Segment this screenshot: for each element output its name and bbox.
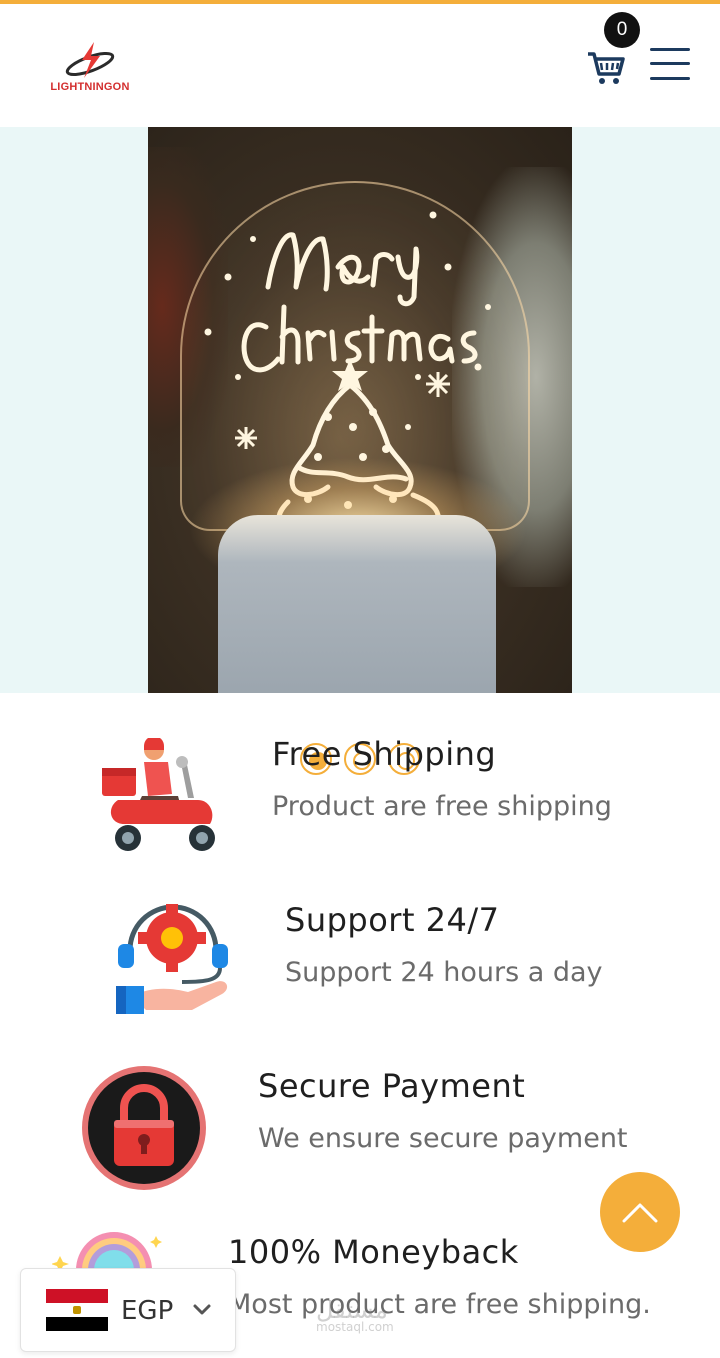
egypt-flag-icon [46,1289,108,1331]
logo-text: LIGHTNINGON [50,81,130,93]
support-gear-headset-icon [112,900,234,1022]
chevron-down-icon [193,1304,211,1315]
site-header: LIGHTNINGON 0 [0,4,720,127]
slide-image[interactable] [148,127,572,693]
feature-title: Support 24/7 [285,901,500,939]
currency-selector[interactable]: EGP [20,1268,236,1352]
brand-logo[interactable]: LIGHTNINGON [44,38,136,98]
cart-count-badge: 0 [604,12,640,48]
feature-subtitle: We ensure secure payment [258,1123,628,1154]
cart-icon [588,52,625,84]
chevron-up-icon [622,1203,658,1223]
cart-button[interactable] [586,48,626,86]
lamp-base [218,515,496,693]
feature-subtitle: Support 24 hours a day [285,957,603,988]
watermark-subtext: mostaql.com [316,1320,394,1334]
delivery-scooter-icon [98,736,222,856]
watermark: مستقل mostaql.com [316,1296,394,1334]
currency-code: EGP [121,1296,174,1326]
hero-slider [0,127,720,775]
menu-line-icon [650,48,690,51]
feature-title: 100% Moneyback [228,1233,519,1271]
secure-padlock-icon [80,1064,208,1192]
menu-line-icon [650,62,690,65]
feature-secure-payment: Secure Payment We ensure secure payment [258,1067,628,1154]
feature-title: Secure Payment [258,1067,526,1105]
feature-subtitle: Most product are free shipping. [228,1289,651,1320]
feature-title: Free Shipping [272,735,497,773]
feature-support: Support 24/7 Support 24 hours a day [285,901,603,988]
feature-free-shipping: Free Shipping Product are free shipping [272,735,612,822]
lightning-logo-icon [65,42,115,78]
feature-moneyback: 100% Moneyback Most product are free shi… [228,1233,651,1320]
scroll-to-top-button[interactable] [600,1172,680,1252]
menu-line-icon [650,77,690,80]
feature-subtitle: Product are free shipping [272,791,612,822]
hamburger-menu-button[interactable] [650,48,690,80]
